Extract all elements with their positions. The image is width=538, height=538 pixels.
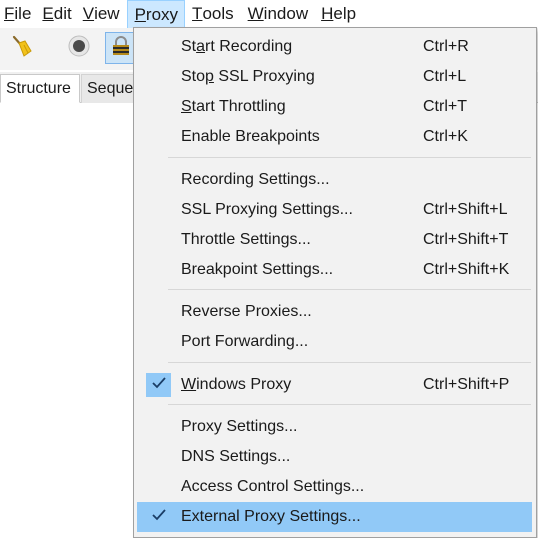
- proxy-menu-dropdown: Start Recording Ctrl+R Stop SSL Proxying…: [133, 27, 537, 538]
- menu-help-label: elp: [333, 4, 357, 23]
- menu-item-reverse-proxies[interactable]: Reverse Proxies...: [137, 297, 532, 327]
- menu-item-enable-breakpoints-label: Enable Breakpoints: [181, 128, 320, 145]
- menu-separator: [168, 289, 531, 290]
- menu-item-dns-settings[interactable]: DNS Settings...: [137, 442, 532, 472]
- menu-item-start-throttling[interactable]: Start Throttling Ctrl+T: [137, 92, 532, 122]
- menu-window[interactable]: Window: [244, 0, 312, 28]
- check-icon: [151, 376, 167, 395]
- menu-item-throttle-settings-shortcut: Ctrl+Shift+T: [423, 231, 509, 248]
- menu-item-start-throttling-shortcut: Ctrl+T: [423, 98, 467, 115]
- menu-item-port-forwarding[interactable]: Port Forwarding...: [137, 327, 532, 357]
- menu-item-external-proxy-settings[interactable]: External Proxy Settings...: [137, 502, 532, 532]
- clear-session-button[interactable]: [6, 32, 38, 64]
- menu-item-proxy-settings-label: Proxy Settings...: [181, 418, 298, 435]
- menu-item-dns-settings-label: DNS Settings...: [181, 448, 291, 465]
- menu-proxy-mnemonic: P: [134, 4, 146, 24]
- menu-item-breakpoint-settings-label: Breakpoint Settings...: [181, 261, 334, 278]
- menu-item-recording-settings[interactable]: Recording Settings...: [137, 165, 532, 195]
- menu-help-mnemonic: H: [321, 4, 334, 23]
- menu-item-port-forwarding-label: Port Forwarding...: [181, 333, 309, 350]
- lock-icon: [109, 34, 133, 63]
- menu-item-ssl-proxying-settings[interactable]: SSL Proxying Settings... Ctrl+Shift+L: [137, 195, 532, 225]
- menu-item-ssl-proxying-settings-label: SSL Proxying Settings...: [181, 201, 353, 218]
- windows-proxy-checkmark: [146, 373, 171, 397]
- menu-item-start-recording-shortcut: Ctrl+R: [423, 38, 469, 55]
- menu-item-reverse-proxies-label: Reverse Proxies...: [181, 303, 312, 320]
- menu-tools-mnemonic: T: [192, 4, 203, 23]
- menu-item-windows-proxy-label: Windows Proxy: [181, 376, 292, 393]
- tab-sequence-label: Seque: [87, 80, 134, 97]
- menu-tools[interactable]: Tools: [188, 0, 238, 28]
- menu-file[interactable]: File: [0, 0, 35, 28]
- menu-item-windows-proxy-shortcut: Ctrl+Shift+P: [423, 376, 510, 393]
- broom-icon: [9, 33, 35, 64]
- menu-file-label: ile: [14, 4, 32, 23]
- menu-view-mnemonic: V: [82, 4, 95, 23]
- menu-item-throttle-settings[interactable]: Throttle Settings... Ctrl+Shift+T: [137, 225, 532, 255]
- menu-view[interactable]: View: [79, 0, 124, 28]
- menu-item-external-proxy-settings-label: External Proxy Settings...: [181, 508, 361, 525]
- menu-item-proxy-settings[interactable]: Proxy Settings...: [137, 412, 532, 442]
- menu-item-start-recording[interactable]: Start Recording Ctrl+R: [137, 32, 532, 62]
- menu-item-throttle-settings-label: Throttle Settings...: [181, 231, 311, 248]
- record-icon: [66, 33, 92, 64]
- menu-item-recording-settings-label: Recording Settings...: [181, 171, 330, 188]
- menu-item-start-recording-label: Start Recording: [181, 38, 293, 55]
- menu-item-breakpoint-settings-shortcut: Ctrl+Shift+K: [423, 261, 510, 278]
- menu-item-access-control-settings[interactable]: Access Control Settings...: [137, 472, 532, 502]
- record-button[interactable]: [63, 32, 95, 64]
- menu-item-windows-proxy[interactable]: Windows Proxy Ctrl+Shift+P: [137, 370, 532, 400]
- menu-item-stop-ssl-proxying-shortcut: Ctrl+L: [423, 68, 467, 85]
- menu-tools-label: ools: [202, 4, 234, 23]
- menu-item-start-throttling-label: Start Throttling: [181, 98, 286, 115]
- tab-sequence[interactable]: Seque: [81, 74, 141, 103]
- menu-window-label: indow: [263, 4, 309, 23]
- menu-bar: File Edit View Proxy Tools Window Help: [0, 0, 538, 28]
- tab-structure[interactable]: Structure: [0, 74, 80, 103]
- menu-item-stop-ssl-proxying[interactable]: Stop SSL Proxying Ctrl+L: [137, 62, 532, 92]
- menu-item-ssl-proxying-settings-shortcut: Ctrl+Shift+L: [423, 201, 508, 218]
- menu-edit[interactable]: Edit: [38, 0, 75, 28]
- menu-item-stop-ssl-proxying-label: Stop SSL Proxying: [181, 68, 315, 85]
- menu-item-enable-breakpoints-shortcut: Ctrl+K: [423, 128, 468, 145]
- menu-proxy-label: roxy: [145, 4, 179, 24]
- menu-item-breakpoint-settings[interactable]: Breakpoint Settings... Ctrl+Shift+K: [137, 255, 532, 285]
- menu-edit-mnemonic: E: [42, 4, 54, 23]
- menu-edit-label: dit: [53, 4, 72, 23]
- check-icon: [151, 508, 167, 527]
- menu-separator: [168, 362, 531, 363]
- menu-item-enable-breakpoints[interactable]: Enable Breakpoints Ctrl+K: [137, 122, 532, 152]
- menu-separator: [168, 157, 531, 158]
- menu-item-access-control-settings-label: Access Control Settings...: [181, 478, 365, 495]
- menu-file-mnemonic: F: [4, 4, 15, 23]
- external-proxy-checkmark: [146, 505, 171, 529]
- menu-help[interactable]: Help: [317, 0, 360, 28]
- menu-view-label: iew: [94, 4, 120, 23]
- menu-separator: [168, 404, 531, 405]
- menu-window-mnemonic: W: [247, 4, 264, 23]
- menu-proxy[interactable]: Proxy: [126, 0, 186, 28]
- tab-structure-label: Structure: [6, 79, 71, 97]
